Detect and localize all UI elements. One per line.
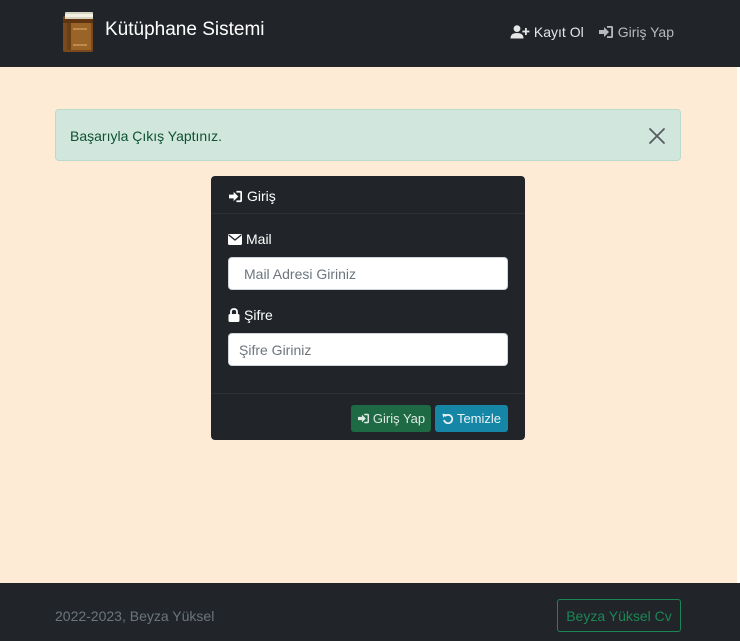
login-link[interactable]: Giriş Yap bbox=[598, 24, 674, 40]
login-submit-button[interactable]: Giriş Yap bbox=[351, 405, 431, 432]
envelope-icon bbox=[228, 233, 242, 245]
cv-button[interactable]: Beyza Yüksel Cv bbox=[557, 599, 681, 632]
undo-icon bbox=[442, 413, 454, 424]
signup-link[interactable]: Kayıt Ol bbox=[510, 24, 584, 40]
brand-title: Kütüphane Sistemi bbox=[105, 19, 265, 40]
card-footer: Giriş Yap Temizle bbox=[211, 393, 525, 440]
clear-button[interactable]: Temizle bbox=[435, 405, 508, 432]
navbar: Kütüphane Sistemi Kayıt Ol Giriş Yap bbox=[0, 0, 740, 67]
clear-label: Temizle bbox=[456, 411, 502, 426]
password-label-text: Şifre bbox=[244, 307, 273, 323]
close-icon[interactable] bbox=[648, 127, 666, 145]
card-title-label: Giriş bbox=[247, 188, 276, 204]
mail-label: Mail bbox=[228, 231, 272, 247]
footer-copyright: 2022-2023, Beyza Yüksel bbox=[55, 608, 215, 624]
user-plus-icon bbox=[510, 25, 530, 39]
sign-in-icon bbox=[229, 190, 242, 202]
password-label: Şifre bbox=[228, 307, 273, 323]
password-input[interactable] bbox=[228, 333, 508, 366]
login-submit-label: Giriş Yap bbox=[372, 411, 426, 426]
card-header: Giriş bbox=[211, 176, 525, 214]
sign-in-icon bbox=[598, 26, 613, 38]
nav-links: Kayıt Ol Giriş Yap bbox=[510, 24, 674, 40]
books-icon bbox=[63, 12, 93, 52]
page-footer: 2022-2023, Beyza Yüksel Beyza Yüksel Cv bbox=[0, 583, 740, 641]
logout-alert: Başarıyla Çıkış Yaptınız. bbox=[55, 109, 681, 161]
alert-message: Başarıyla Çıkış Yaptınız. bbox=[70, 128, 222, 144]
mail-input[interactable] bbox=[228, 257, 508, 290]
brand[interactable]: Kütüphane Sistemi bbox=[61, 10, 265, 54]
sign-in-icon bbox=[357, 413, 369, 424]
mail-label-text: Mail bbox=[246, 231, 272, 247]
lock-icon bbox=[228, 308, 240, 322]
login-label: Giriş Yap bbox=[617, 24, 674, 40]
login-card: Giriş Mail Şifre Giriş Yap bbox=[211, 176, 525, 440]
card-title: Giriş bbox=[228, 188, 276, 204]
signup-label: Kayıt Ol bbox=[533, 24, 584, 40]
